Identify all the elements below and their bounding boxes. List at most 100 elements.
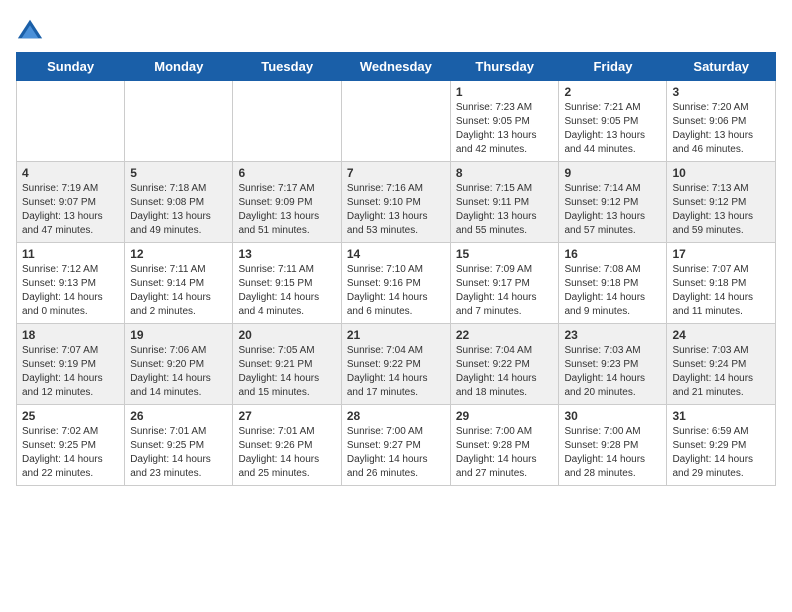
calendar-cell: 7 Sunrise: 7:16 AMSunset: 9:10 PMDaylight… <box>341 162 450 243</box>
cell-content: Sunrise: 7:00 AMSunset: 9:28 PMDaylight:… <box>564 425 661 481</box>
calendar-cell <box>17 81 125 162</box>
calendar-cell: 8 Sunrise: 7:15 AMSunset: 9:11 PMDaylight… <box>450 162 559 243</box>
cell-content: Sunrise: 7:00 AMSunset: 9:28 PMDaylight:… <box>456 425 554 481</box>
weekday-header: Sunday <box>17 53 125 81</box>
calendar-cell: 10Sunrise: 7:13 AMSunset: 9:12 PMDayligh… <box>667 162 776 243</box>
calendar-cell: 25 Sunrise: 7:02 AMSunset: 9:25 PMDayligh… <box>17 405 125 486</box>
day-number: 19 <box>130 328 227 342</box>
cell-content: Sunrise: 7:12 AMSunset: 9:13 PMDaylight:… <box>22 263 119 319</box>
day-number: 20 <box>238 328 335 342</box>
cell-content: Sunrise: 7:08 AMSunset: 9:18 PMDaylight:… <box>564 263 661 319</box>
cell-content: Sunrise: 7:23 AMSunset: 9:05 PMDaylight:… <box>456 101 554 157</box>
day-number: 1 <box>456 85 554 99</box>
calendar-cell: 26 Sunrise: 7:01 AMSunset: 9:25 PMDayligh… <box>125 405 233 486</box>
logo <box>16 16 48 44</box>
calendar-cell: 30 Sunrise: 7:00 AMSunset: 9:28 PMDayligh… <box>559 405 667 486</box>
day-number: 13 <box>238 247 335 261</box>
day-number: 24 <box>672 328 770 342</box>
day-number: 14 <box>347 247 445 261</box>
calendar-cell: 29 Sunrise: 7:00 AMSunset: 9:28 PMDayligh… <box>450 405 559 486</box>
cell-content: Sunrise: 7:09 AMSunset: 9:17 PMDaylight:… <box>456 263 554 319</box>
calendar-cell: 21 Sunrise: 7:04 AMSunset: 9:22 PMDayligh… <box>341 324 450 405</box>
day-number: 22 <box>456 328 554 342</box>
cell-content: Sunrise: 7:01 AMSunset: 9:25 PMDaylight:… <box>130 425 227 481</box>
cell-content: Sunrise: 7:19 AMSunset: 9:07 PMDaylight:… <box>22 182 119 238</box>
calendar-cell: 31Sunrise: 6:59 AMSunset: 9:29 PMDayligh… <box>667 405 776 486</box>
cell-content: Sunrise: 7:00 AMSunset: 9:27 PMDaylight:… <box>347 425 445 481</box>
day-number: 11 <box>22 247 119 261</box>
day-number: 7 <box>347 166 445 180</box>
day-number: 12 <box>130 247 227 261</box>
calendar-header-row: SundayMondayTuesdayWednesdayThursdayFrid… <box>17 53 776 81</box>
cell-content: Sunrise: 7:14 AMSunset: 9:12 PMDaylight:… <box>564 182 661 238</box>
calendar-cell: 15 Sunrise: 7:09 AMSunset: 9:17 PMDayligh… <box>450 243 559 324</box>
calendar-cell: 5 Sunrise: 7:18 AMSunset: 9:08 PMDaylight… <box>125 162 233 243</box>
cell-content: Sunrise: 6:59 AMSunset: 9:29 PMDaylight:… <box>672 425 770 481</box>
calendar-week-row: 4 Sunrise: 7:19 AMSunset: 9:07 PMDaylight… <box>17 162 776 243</box>
calendar-cell: 20 Sunrise: 7:05 AMSunset: 9:21 PMDayligh… <box>233 324 341 405</box>
day-number: 15 <box>456 247 554 261</box>
day-number: 6 <box>238 166 335 180</box>
cell-content: Sunrise: 7:11 AMSunset: 9:14 PMDaylight:… <box>130 263 227 319</box>
cell-content: Sunrise: 7:01 AMSunset: 9:26 PMDaylight:… <box>238 425 335 481</box>
calendar-cell: 9 Sunrise: 7:14 AMSunset: 9:12 PMDaylight… <box>559 162 667 243</box>
day-number: 30 <box>564 409 661 423</box>
cell-content: Sunrise: 7:03 AMSunset: 9:24 PMDaylight:… <box>672 344 770 400</box>
calendar-cell: 27 Sunrise: 7:01 AMSunset: 9:26 PMDayligh… <box>233 405 341 486</box>
calendar-cell: 23 Sunrise: 7:03 AMSunset: 9:23 PMDayligh… <box>559 324 667 405</box>
calendar-cell: 6 Sunrise: 7:17 AMSunset: 9:09 PMDaylight… <box>233 162 341 243</box>
calendar-cell: 12 Sunrise: 7:11 AMSunset: 9:14 PMDayligh… <box>125 243 233 324</box>
page-header <box>16 16 776 44</box>
calendar-cell: 11 Sunrise: 7:12 AMSunset: 9:13 PMDayligh… <box>17 243 125 324</box>
calendar-cell: 28 Sunrise: 7:00 AMSunset: 9:27 PMDayligh… <box>341 405 450 486</box>
cell-content: Sunrise: 7:17 AMSunset: 9:09 PMDaylight:… <box>238 182 335 238</box>
cell-content: Sunrise: 7:13 AMSunset: 9:12 PMDaylight:… <box>672 182 770 238</box>
calendar-cell <box>125 81 233 162</box>
day-number: 3 <box>672 85 770 99</box>
weekday-header: Monday <box>125 53 233 81</box>
cell-content: Sunrise: 7:21 AMSunset: 9:05 PMDaylight:… <box>564 101 661 157</box>
calendar-cell: 17Sunrise: 7:07 AMSunset: 9:18 PMDayligh… <box>667 243 776 324</box>
day-number: 8 <box>456 166 554 180</box>
weekday-header: Saturday <box>667 53 776 81</box>
weekday-header: Tuesday <box>233 53 341 81</box>
cell-content: Sunrise: 7:07 AMSunset: 9:18 PMDaylight:… <box>672 263 770 319</box>
cell-content: Sunrise: 7:03 AMSunset: 9:23 PMDaylight:… <box>564 344 661 400</box>
day-number: 4 <box>22 166 119 180</box>
calendar-cell: 2 Sunrise: 7:21 AMSunset: 9:05 PMDaylight… <box>559 81 667 162</box>
calendar-cell <box>341 81 450 162</box>
cell-content: Sunrise: 7:10 AMSunset: 9:16 PMDaylight:… <box>347 263 445 319</box>
cell-content: Sunrise: 7:18 AMSunset: 9:08 PMDaylight:… <box>130 182 227 238</box>
calendar-cell: 22Sunrise: 7:04 AMSunset: 9:22 PMDayligh… <box>450 324 559 405</box>
day-number: 21 <box>347 328 445 342</box>
day-number: 26 <box>130 409 227 423</box>
weekday-header: Wednesday <box>341 53 450 81</box>
cell-content: Sunrise: 7:04 AMSunset: 9:22 PMDaylight:… <box>347 344 445 400</box>
logo-icon <box>16 16 44 44</box>
cell-content: Sunrise: 7:20 AMSunset: 9:06 PMDaylight:… <box>672 101 770 157</box>
calendar-cell: 19 Sunrise: 7:06 AMSunset: 9:20 PMDayligh… <box>125 324 233 405</box>
cell-content: Sunrise: 7:16 AMSunset: 9:10 PMDaylight:… <box>347 182 445 238</box>
day-number: 28 <box>347 409 445 423</box>
calendar-cell: 3 Sunrise: 7:20 AMSunset: 9:06 PMDaylight… <box>667 81 776 162</box>
day-number: 9 <box>564 166 661 180</box>
cell-content: Sunrise: 7:11 AMSunset: 9:15 PMDaylight:… <box>238 263 335 319</box>
calendar-cell: 4 Sunrise: 7:19 AMSunset: 9:07 PMDaylight… <box>17 162 125 243</box>
day-number: 25 <box>22 409 119 423</box>
calendar-cell <box>233 81 341 162</box>
day-number: 2 <box>564 85 661 99</box>
calendar-week-row: 18Sunrise: 7:07 AMSunset: 9:19 PMDayligh… <box>17 324 776 405</box>
cell-content: Sunrise: 7:05 AMSunset: 9:21 PMDaylight:… <box>238 344 335 400</box>
day-number: 5 <box>130 166 227 180</box>
cell-content: Sunrise: 7:06 AMSunset: 9:20 PMDaylight:… <box>130 344 227 400</box>
day-number: 18 <box>22 328 119 342</box>
calendar-cell: 18Sunrise: 7:07 AMSunset: 9:19 PMDayligh… <box>17 324 125 405</box>
calendar-cell: 24 Sunrise: 7:03 AMSunset: 9:24 PMDayligh… <box>667 324 776 405</box>
day-number: 27 <box>238 409 335 423</box>
cell-content: Sunrise: 7:02 AMSunset: 9:25 PMDaylight:… <box>22 425 119 481</box>
calendar-table: SundayMondayTuesdayWednesdayThursdayFrid… <box>16 52 776 486</box>
day-number: 29 <box>456 409 554 423</box>
day-number: 23 <box>564 328 661 342</box>
calendar-cell: 13 Sunrise: 7:11 AMSunset: 9:15 PMDayligh… <box>233 243 341 324</box>
cell-content: Sunrise: 7:15 AMSunset: 9:11 PMDaylight:… <box>456 182 554 238</box>
